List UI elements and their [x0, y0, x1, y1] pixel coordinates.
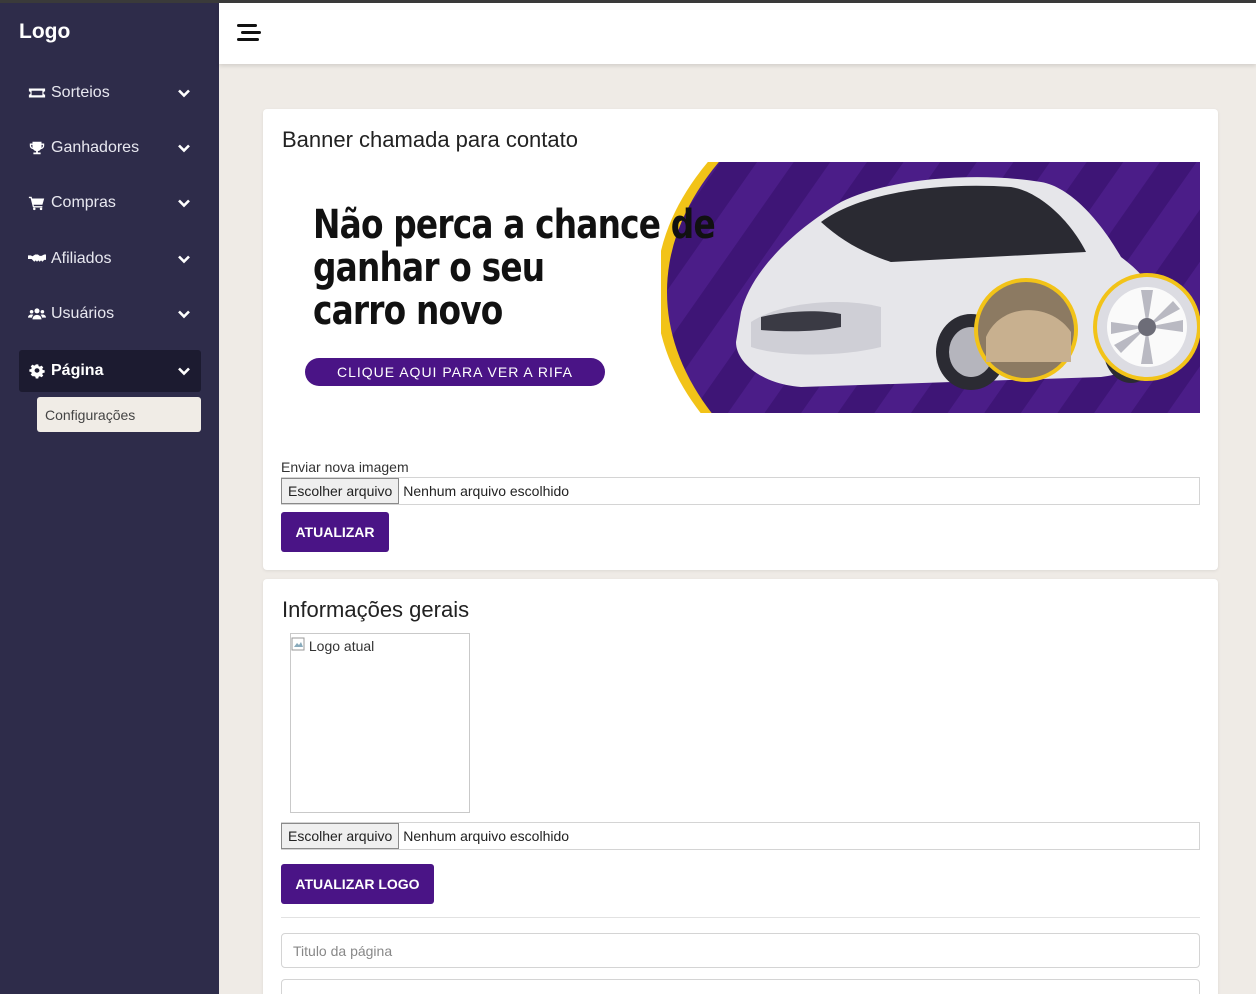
divider [281, 917, 1200, 918]
sidebar-item-usuarios[interactable]: Usuários [19, 293, 201, 335]
users-icon [27, 306, 47, 322]
banner-headline: Não perca a chance de ganhar o seu carro… [313, 202, 716, 334]
sidebar-item-label: Página [51, 362, 104, 379]
current-logo-image: Logo atual [290, 633, 470, 813]
broken-image-icon [291, 637, 305, 651]
chevron-down-icon [177, 196, 191, 210]
banner-headline-line-3: carro novo [313, 288, 503, 334]
ticket-icon [27, 85, 47, 101]
sidebar-item-compras[interactable]: Compras [19, 182, 201, 224]
menu-toggle-icon[interactable] [237, 23, 261, 43]
banner-headline-line-2: ganhar o seu [313, 245, 545, 291]
chevron-down-icon [177, 307, 191, 321]
sidebar-item-label: Usuários [51, 305, 115, 322]
sidebar-item-label: Afiliados [51, 250, 112, 267]
logo-file-input[interactable]: Escolher arquivo Nenhum arquivo escolhid… [281, 822, 1200, 850]
upload-label: Enviar nova imagem [281, 459, 409, 475]
chevron-down-icon [177, 86, 191, 100]
chevron-down-icon [177, 252, 191, 266]
banner-file-input[interactable]: Escolher arquivo Nenhum arquivo escolhid… [281, 477, 1200, 505]
cart-icon [27, 195, 47, 211]
trophy-icon [27, 140, 47, 156]
sidebar-item-sorteios[interactable]: Sorteios [19, 72, 201, 114]
page-title-input[interactable]: Titulo da página [281, 933, 1200, 968]
chevron-down-icon [177, 141, 191, 155]
choose-file-button[interactable]: Escolher arquivo [281, 478, 400, 504]
info-card: Informações gerais Logo atual Escolher a… [263, 579, 1218, 994]
top-border [0, 0, 1256, 3]
banner-headline-line-1: Não perca a chance de [313, 202, 716, 248]
sidebar-item-label: Compras [51, 194, 116, 211]
sidebar-item-afiliados[interactable]: Afiliados [19, 238, 201, 280]
banner-cta-button[interactable]: CLIQUE AQUI PARA VER A RIFA [305, 358, 605, 386]
file-status: Nenhum arquivo escolhido [403, 828, 570, 844]
card-title: Banner chamada para contato [282, 127, 578, 152]
choose-file-button[interactable]: Escolher arquivo [281, 823, 400, 849]
chevron-down-icon [177, 364, 191, 378]
banner-card: Banner chamada para contato Não perca a … [263, 109, 1218, 570]
update-button[interactable]: ATUALIZAR [281, 512, 389, 552]
card-title: Informações gerais [282, 597, 470, 622]
logo-alt-text: Logo atual [308, 638, 375, 654]
sidebar-item-label: Ganhadores [51, 139, 140, 156]
top-bar [219, 3, 1256, 64]
sidebar-item-label: Sorteios [51, 84, 110, 101]
sidebar-logo[interactable]: Logo [19, 20, 70, 44]
sidebar-item-pagina[interactable]: Página [19, 350, 201, 392]
next-field-input[interactable] [281, 979, 1200, 994]
sidebar-item-ganhadores[interactable]: Ganhadores [19, 127, 201, 169]
update-logo-button[interactable]: ATUALIZAR LOGO [281, 864, 434, 904]
gear-icon [27, 363, 47, 379]
sidebar-subitem-configuracoes[interactable]: Configurações [37, 397, 201, 432]
banner-image[interactable]: Não perca a chance de ganhar o seu carro… [281, 162, 1200, 413]
file-status: Nenhum arquivo escolhido [403, 483, 570, 499]
sidebar: Logo Sorteios Ganhadores Compras Afiliad… [0, 0, 219, 994]
handshake-icon [27, 251, 47, 267]
